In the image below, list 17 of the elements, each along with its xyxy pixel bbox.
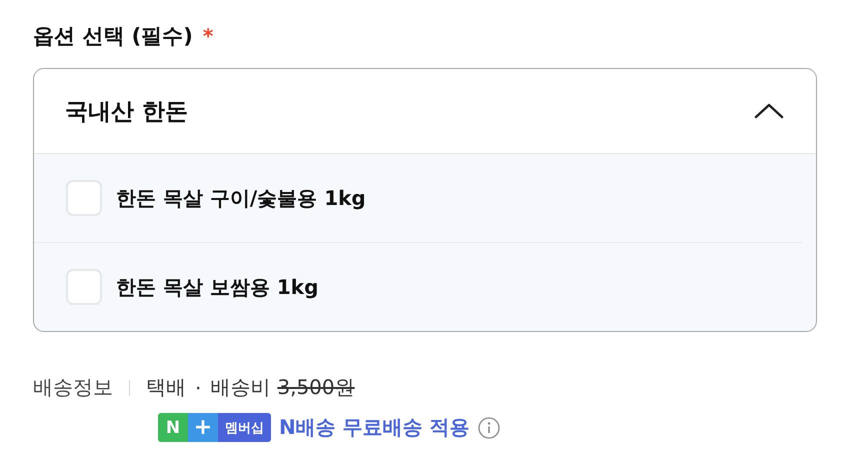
- membership-badge: N + 멤버십: [158, 413, 271, 442]
- section-title: 옵션 선택 (필수): [33, 23, 193, 50]
- dropdown-header[interactable]: 국내산 한돈: [34, 69, 816, 154]
- required-mark: *: [202, 24, 214, 48]
- separator-dot: ·: [195, 376, 202, 400]
- fee-label: 배송비: [210, 374, 270, 401]
- chevron-up-icon[interactable]: [754, 103, 784, 119]
- checkbox[interactable]: [66, 269, 102, 305]
- shipping-method: 택배: [146, 374, 186, 401]
- checkbox[interactable]: [66, 180, 102, 216]
- option-label[interactable]: 한돈 목살 보쌈용 1kg: [116, 274, 318, 300]
- free-shipping-text: N배송 무료배송 적용: [279, 414, 470, 441]
- shipping-fee: 3,500원: [277, 374, 355, 401]
- info-icon[interactable]: [478, 416, 500, 438]
- option-label[interactable]: 한돈 목살 구이/숯불용 1kg: [116, 184, 366, 212]
- dropdown-label: 국내산 한돈: [65, 98, 188, 126]
- shipping-label: 배송정보: [33, 374, 113, 401]
